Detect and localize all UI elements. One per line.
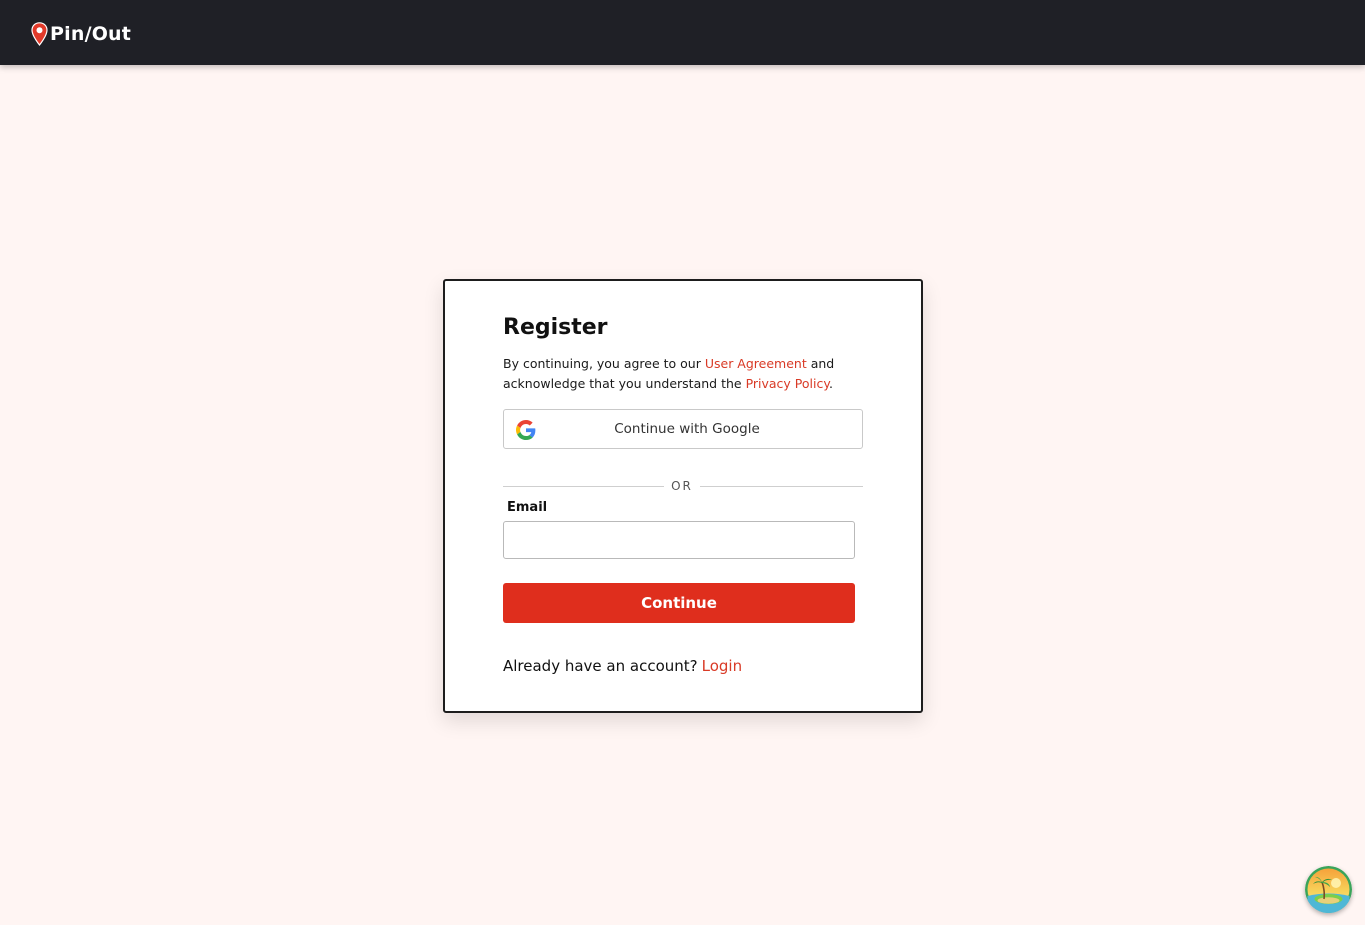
continue-button[interactable]: Continue	[503, 583, 855, 623]
email-label: Email	[507, 500, 548, 515]
legal-suffix: .	[828, 376, 833, 391]
divider-line-left	[503, 486, 664, 487]
google-icon	[516, 420, 536, 440]
tropical-island-icon[interactable]	[1305, 866, 1352, 913]
top-navbar: Pin/Out	[0, 0, 1365, 65]
google-button-label: Continue with Google	[614, 421, 760, 437]
user-agreement-link[interactable]: User Agreement	[705, 356, 807, 371]
email-field[interactable]	[503, 521, 855, 559]
login-link[interactable]: Login	[702, 657, 742, 675]
page-title: Register	[503, 315, 608, 340]
map-pin-icon	[31, 22, 48, 46]
divider-line-right	[700, 486, 863, 487]
privacy-policy-link[interactable]: Privacy Policy	[746, 376, 829, 391]
divider-text: OR	[671, 479, 693, 493]
brand-name: Pin/Out	[50, 23, 132, 45]
continue-with-google-button[interactable]: Continue with Google	[503, 409, 863, 449]
already-have-account-text: Already have an account?	[503, 657, 698, 675]
brand-logo[interactable]: Pin/Out	[31, 21, 131, 47]
login-prompt: Already have an account? Login	[503, 657, 742, 675]
legal-prefix: By continuing, you agree to our	[503, 356, 705, 371]
register-card: Register By continuing, you agree to our…	[443, 279, 923, 713]
legal-notice: By continuing, you agree to our User Agr…	[503, 354, 873, 394]
or-divider: OR	[503, 479, 863, 495]
